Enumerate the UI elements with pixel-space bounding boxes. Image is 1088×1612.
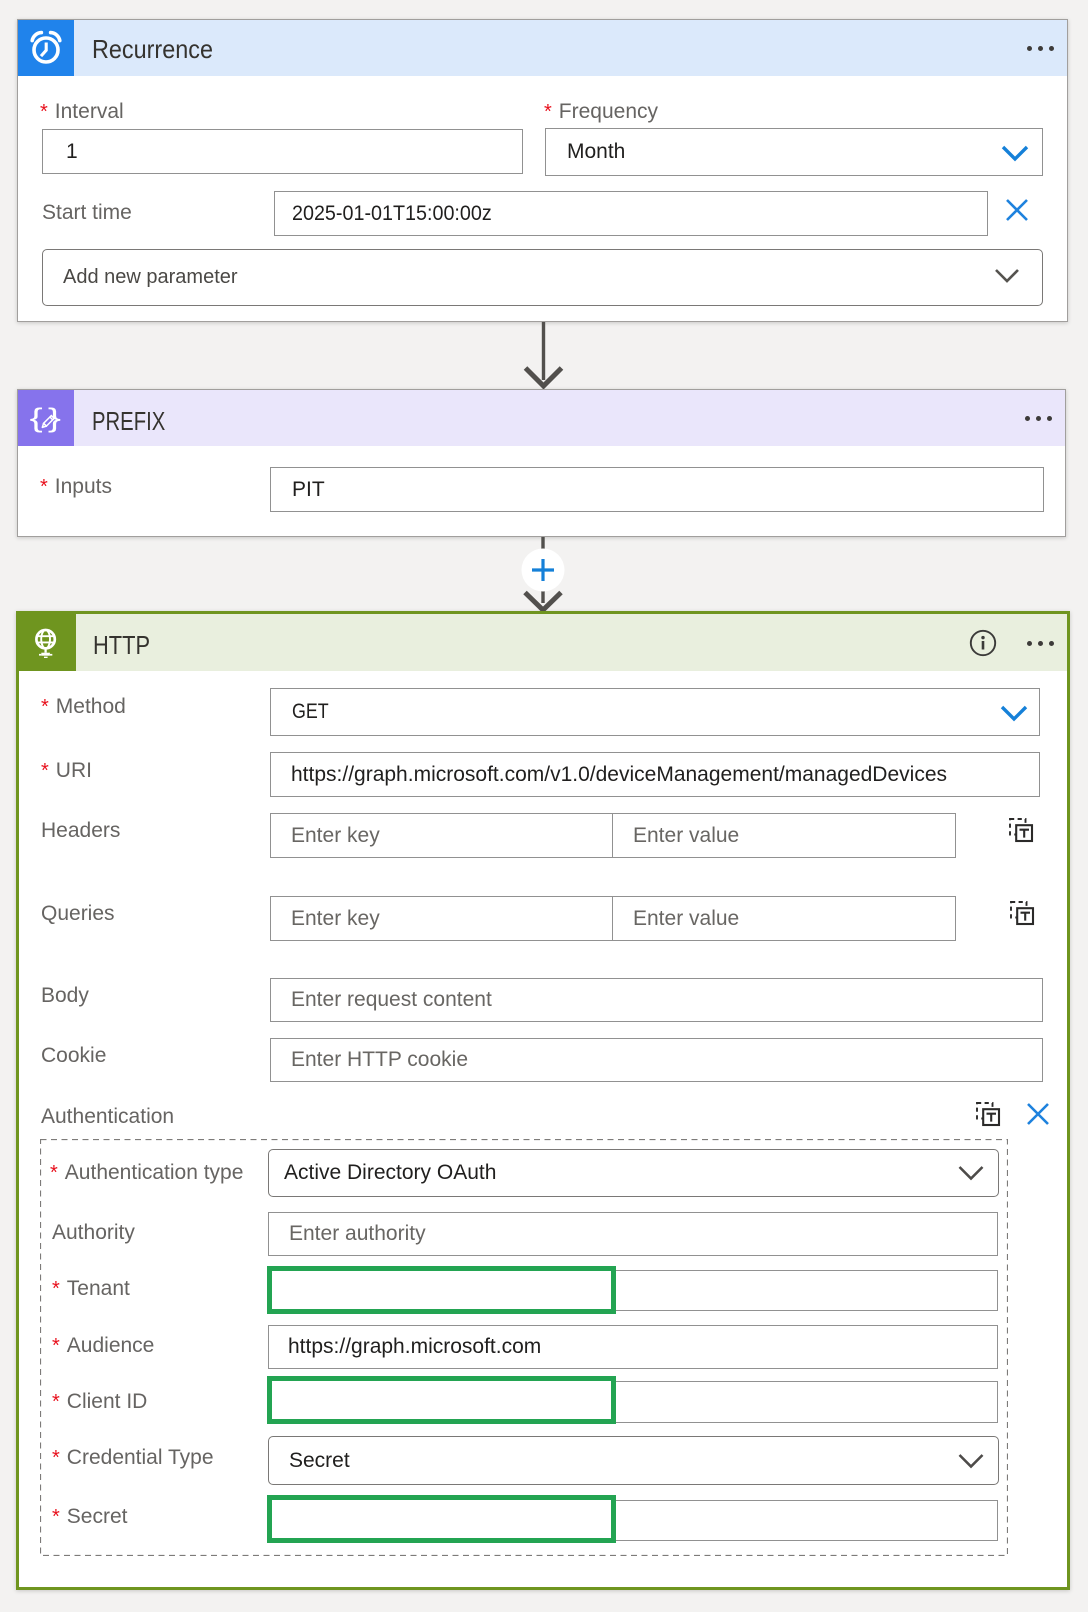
svg-text:{: {	[30, 404, 43, 434]
